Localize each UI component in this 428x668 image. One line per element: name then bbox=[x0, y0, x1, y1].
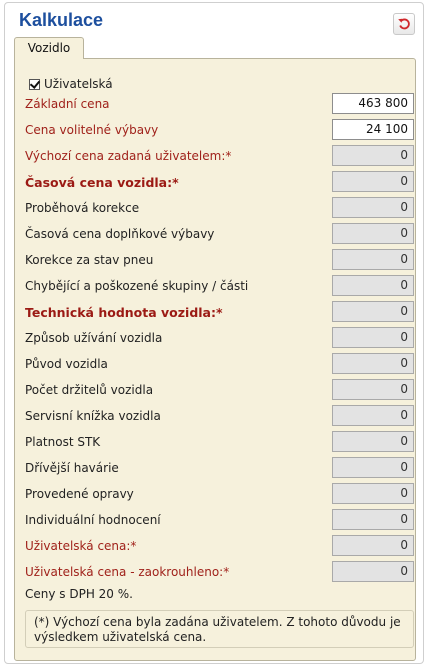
calc-value-readonly: 0 bbox=[332, 171, 414, 192]
tab-vozidlo[interactable]: Vozidlo bbox=[14, 37, 84, 59]
calc-row-label: Technická hodnota vozidla:* bbox=[25, 305, 223, 320]
calc-row-label: Chybějící a poškozené skupiny / části bbox=[25, 279, 249, 293]
calc-row: Výchozí cena zadaná uživatelem:* 0 bbox=[15, 144, 415, 170]
user-checkbox[interactable] bbox=[29, 78, 40, 90]
calc-value-readonly: 0 bbox=[332, 145, 414, 166]
user-checkbox-row[interactable]: Uživatelská bbox=[29, 77, 113, 91]
calc-value-readonly: 0 bbox=[332, 353, 414, 374]
vat-note: Ceny s DPH 20 %. bbox=[25, 587, 133, 601]
calc-row-label: Uživatelská cena - zaokrouhleno:* bbox=[25, 565, 230, 579]
calculation-panel: Kalkulace Vozidlo Uživatelská Základní c… bbox=[4, 2, 424, 664]
calc-value-readonly: 0 bbox=[332, 379, 414, 400]
calc-row: Způsob užívání vozidla 0 bbox=[15, 326, 415, 352]
calc-row: Původ vozidla 0 bbox=[15, 352, 415, 378]
calc-value-readonly: 0 bbox=[332, 405, 414, 426]
calc-row-label: Časová cena doplňkové výbavy bbox=[25, 227, 215, 241]
calc-row: Základní cena 463 800 bbox=[15, 92, 415, 118]
user-checkbox-label: Uživatelská bbox=[44, 77, 113, 91]
calc-value-readonly: 0 bbox=[332, 483, 414, 504]
calc-row-label: Cena volitelné výbavy bbox=[25, 123, 159, 137]
calc-value-input[interactable]: 463 800 bbox=[332, 93, 414, 114]
calc-row-label: Provedené opravy bbox=[25, 487, 134, 501]
calc-row: Provedené opravy 0 bbox=[15, 482, 415, 508]
calc-row: Dřívější havárie 0 bbox=[15, 456, 415, 482]
calc-row-label: Platnost STK bbox=[25, 435, 101, 449]
calc-row: Platnost STK 0 bbox=[15, 430, 415, 456]
calc-row: Chybějící a poškozené skupiny / části 0 bbox=[15, 274, 415, 300]
calculation-rows: Základní cena 463 800 Cena volitelné výbav… bbox=[15, 92, 415, 586]
calc-value-readonly: 0 bbox=[332, 249, 414, 270]
footnote-box: (*) Výchozí cena byla zadána uživatelem.… bbox=[25, 610, 414, 648]
calc-row-label: Uživatelská cena:* bbox=[25, 539, 137, 553]
calc-value-readonly: 0 bbox=[332, 535, 414, 556]
calc-value-readonly: 0 bbox=[332, 327, 414, 348]
calc-value-readonly: 0 bbox=[332, 431, 414, 452]
calc-row: Časová cena doplňkové výbavy 0 bbox=[15, 222, 415, 248]
calc-row: Cena volitelné výbavy 24 100 bbox=[15, 118, 415, 144]
calc-row-label: Dřívější havárie bbox=[25, 461, 119, 475]
calc-row: Servisní knížka vozidla 0 bbox=[15, 404, 415, 430]
calc-value-readonly: 0 bbox=[332, 223, 414, 244]
calc-row-label: Původ vozidla bbox=[25, 357, 108, 371]
calc-row-label: Časová cena vozidla:* bbox=[25, 175, 179, 190]
calc-row: Uživatelská cena:* 0 bbox=[15, 534, 415, 560]
calc-row: Technická hodnota vozidla:* 0 bbox=[15, 300, 415, 326]
calc-row: Počet držitelů vozidla 0 bbox=[15, 378, 415, 404]
calc-value-readonly: 0 bbox=[332, 561, 414, 582]
calc-row: Časová cena vozidla:* 0 bbox=[15, 170, 415, 196]
tab-content: Uživatelská Základní cena 463 800 Cena vol… bbox=[14, 58, 416, 661]
calc-row-label: Servisní knížka vozidla bbox=[25, 409, 161, 423]
calc-row-label: Základní cena bbox=[25, 97, 110, 111]
calc-value-readonly: 0 bbox=[332, 301, 414, 322]
calc-row: Korekce za stav pneu 0 bbox=[15, 248, 415, 274]
calc-row: Proběhová korekce 0 bbox=[15, 196, 415, 222]
calc-value-readonly: 0 bbox=[332, 197, 414, 218]
calc-value-readonly: 0 bbox=[332, 509, 414, 530]
panel-title: Kalkulace bbox=[19, 10, 104, 30]
calc-row-label: Proběhová korekce bbox=[25, 201, 140, 215]
reset-button[interactable] bbox=[393, 13, 415, 35]
calc-row-label: Počet držitelů vozidla bbox=[25, 383, 154, 397]
calc-row: Individuální hodnocení 0 bbox=[15, 508, 415, 534]
calc-row-label: Způsob užívání vozidla bbox=[25, 331, 163, 345]
calc-value-input[interactable]: 24 100 bbox=[332, 119, 414, 140]
calc-row: Uživatelská cena - zaokrouhleno:* 0 bbox=[15, 560, 415, 586]
calc-row-label: Výchozí cena zadaná uživatelem:* bbox=[25, 149, 232, 163]
undo-arrow-icon bbox=[397, 16, 411, 33]
calc-row-label: Korekce za stav pneu bbox=[25, 253, 154, 267]
calc-value-readonly: 0 bbox=[332, 457, 414, 478]
calc-row-label: Individuální hodnocení bbox=[25, 513, 161, 527]
calc-value-readonly: 0 bbox=[332, 275, 414, 296]
